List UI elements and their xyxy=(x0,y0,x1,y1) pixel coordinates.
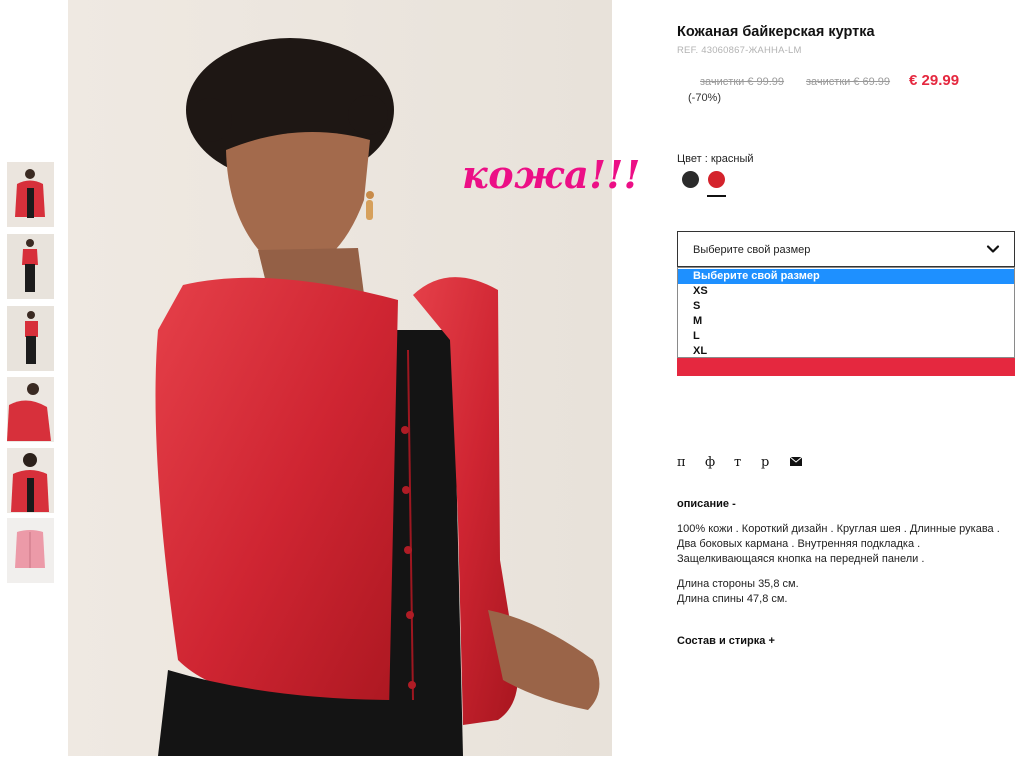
size-option-l[interactable]: L xyxy=(678,329,1014,344)
color-swatch-red[interactable] xyxy=(708,171,725,188)
share-pinterest-link[interactable]: п xyxy=(677,455,686,470)
thumbnail-6[interactable] xyxy=(7,518,54,583)
old-price-2: зачистки € 69.99 xyxy=(806,76,891,88)
thumbnail-1[interactable] xyxy=(7,162,54,227)
description-text: 100% кожи . Короткий дизайн . Круглая ше… xyxy=(677,523,1000,565)
sale-price: € 29.99 xyxy=(909,72,960,89)
share-reddit-link[interactable]: р xyxy=(761,455,769,470)
size-option-s[interactable]: S xyxy=(678,299,1014,314)
share-twitter-link[interactable]: т xyxy=(734,455,741,470)
size-select[interactable]: Выберите свой размер xyxy=(677,231,1015,267)
size-option-placeholder[interactable]: Выберите свой размер xyxy=(678,269,1014,284)
chevron-down-icon xyxy=(986,245,1000,253)
thumbnail-2[interactable] xyxy=(7,234,54,299)
color-swatch-black[interactable] xyxy=(682,171,699,188)
envelope-icon[interactable] xyxy=(790,457,802,466)
share-facebook-link[interactable]: ф xyxy=(705,455,715,470)
product-ref: REF. 43060867-ЖАННА-LM xyxy=(677,45,802,56)
old-price-1: зачистки € 99.99 xyxy=(700,76,785,88)
size-select-value: Выберите свой размер xyxy=(693,244,811,256)
color-value: красный xyxy=(710,153,754,165)
handwritten-annotation: кожа!!! xyxy=(462,152,641,197)
size-option-xs[interactable]: XS xyxy=(678,284,1014,299)
size-dropdown-list: Выберите свой размер XS S M L XL xyxy=(677,267,1015,358)
main-product-image[interactable] xyxy=(68,0,612,756)
length-side: Длина стороны 35,8 см. xyxy=(677,578,799,590)
color-label: Цвет : красный xyxy=(677,153,754,165)
length-back: Длина спины 47,8 см. xyxy=(677,593,788,605)
size-option-m[interactable]: M xyxy=(678,314,1014,329)
size-option-xl[interactable]: XL xyxy=(678,344,1014,359)
composition-toggle[interactable]: Состав и стирка + xyxy=(677,635,775,647)
description-toggle[interactable]: описание - xyxy=(677,498,736,510)
thumbnail-3[interactable] xyxy=(7,306,54,371)
measurements: Длина стороны 35,8 см. Длина спины 47,8 … xyxy=(677,577,1017,607)
selected-swatch-indicator xyxy=(707,195,726,197)
discount-badge: (-70%) xyxy=(688,92,722,104)
thumbnail-4[interactable] xyxy=(7,377,54,442)
color-label-prefix: Цвет : xyxy=(677,153,708,165)
thumbnail-5[interactable] xyxy=(7,448,54,513)
product-title: Кожаная байкерская куртка xyxy=(677,24,875,40)
